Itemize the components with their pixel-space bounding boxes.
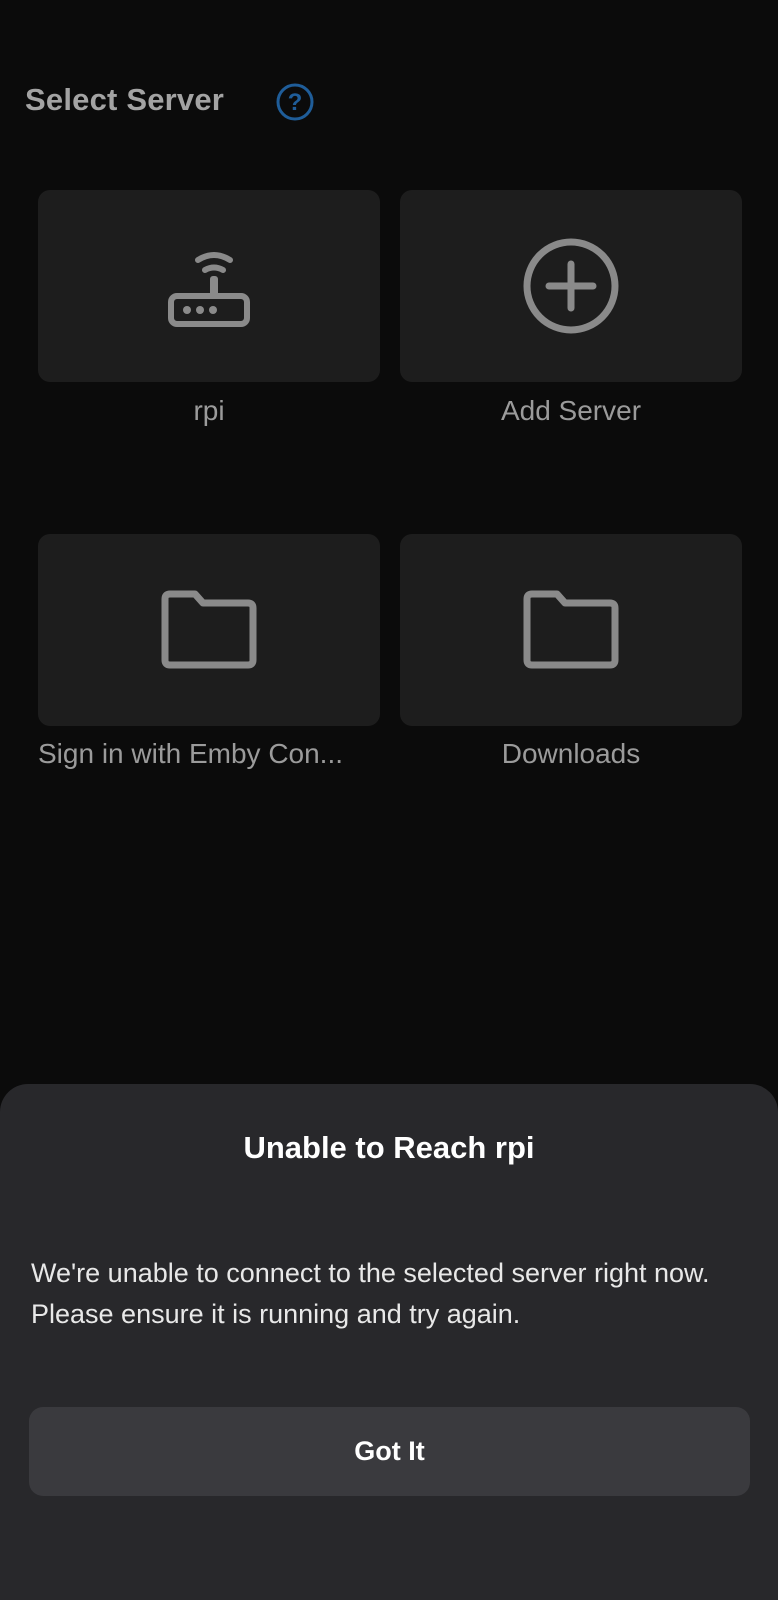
add-circle-icon (521, 236, 621, 336)
folder-icon (521, 589, 621, 671)
add-server-label: Add Server (500, 395, 642, 426)
got-it-button[interactable]: Got It (29, 1407, 750, 1496)
add-server-tile[interactable] (400, 190, 742, 382)
emby-connect-label: Sign in with Emby Con... (38, 738, 344, 769)
downloads-tile[interactable] (400, 534, 742, 726)
svg-text:?: ? (288, 89, 303, 116)
server-select-screen: Select Server ? rpi Add Server Sign in w… (0, 0, 778, 1600)
folder-icon (159, 589, 259, 671)
server-tile-rpi[interactable] (38, 190, 380, 382)
server-label-rpi: rpi (193, 395, 225, 426)
question-circle-icon[interactable]: ? (275, 82, 315, 122)
page-title: Select Server (25, 82, 225, 117)
dialog-message: We're unable to connect to the selected … (31, 1258, 710, 1329)
router-wifi-icon (164, 238, 254, 334)
page-header: Select Server (25, 76, 224, 124)
dialog-title: Unable to Reach rpi (243, 1130, 535, 1165)
emby-connect-tile[interactable] (38, 534, 380, 726)
downloads-label: Downloads (501, 738, 641, 769)
